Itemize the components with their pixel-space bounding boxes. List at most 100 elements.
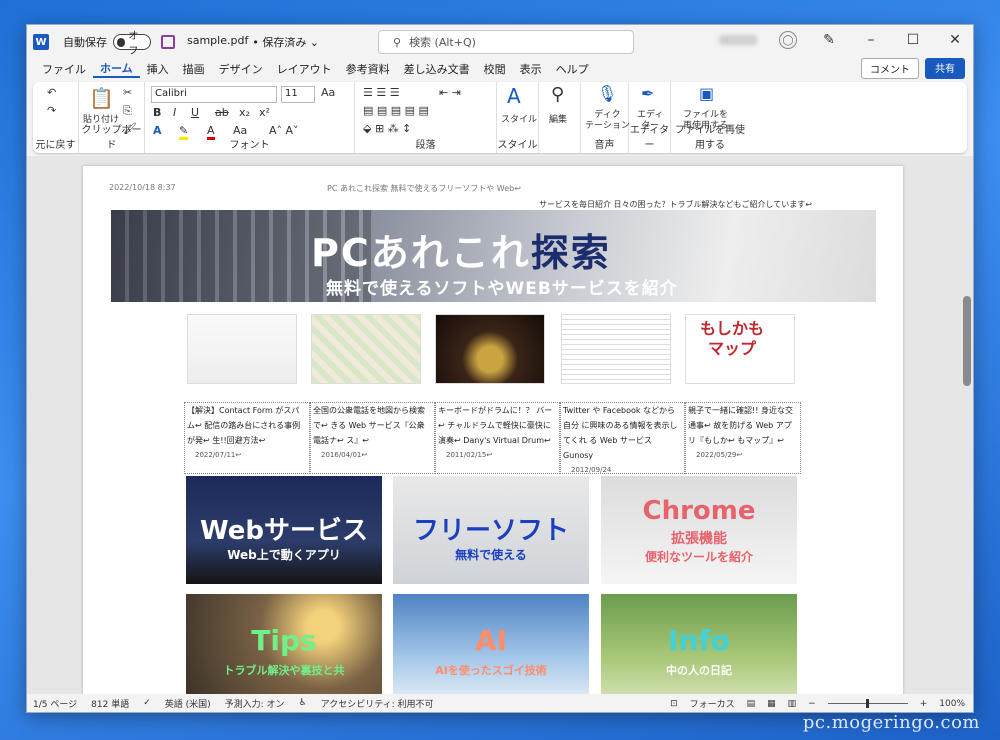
zoom-in-icon[interactable]: + xyxy=(920,699,928,709)
subscript-button[interactable]: x₂ xyxy=(239,106,250,119)
voice-group[interactable]: 🎙 ディク テーション 音声 xyxy=(581,82,630,153)
article-cell[interactable]: Twitter や Facebook などから自分 に興味のある情報を表示してく… xyxy=(560,402,685,474)
save-icon[interactable] xyxy=(161,35,175,49)
styles-icon: A xyxy=(507,84,521,108)
search-icon: ⚲ xyxy=(393,35,402,49)
indent-icon[interactable]: ⇤ ⇥ xyxy=(439,86,461,99)
tile-info[interactable]: Info 中の人の日記 xyxy=(601,594,797,702)
tab-8[interactable]: 校閲 xyxy=(477,61,513,77)
article-date: 2022/05/29↩ xyxy=(696,451,743,459)
read-mode-icon[interactable]: ▤ xyxy=(747,699,756,709)
tile-chrome[interactable]: Chrome 拡張機能 便利なツールを紹介 xyxy=(601,476,797,584)
styles-group[interactable]: A スタイル スタイル xyxy=(497,82,539,153)
header-date: 2022/10/18 8:37 xyxy=(109,183,176,192)
zoom-out-icon[interactable]: − xyxy=(808,699,816,709)
styles-button-label: スタイル xyxy=(501,115,538,125)
font-size-select[interactable]: 11 xyxy=(281,86,315,103)
font-name-select[interactable]: Calibri xyxy=(151,86,277,103)
tile-sub: Web上で動くアプリ xyxy=(227,548,341,562)
cut-icon[interactable]: ✂ xyxy=(123,86,132,99)
pen-icon[interactable]: ✎ xyxy=(819,32,839,48)
redo-icon[interactable]: ↷ xyxy=(47,104,56,117)
bullets-icon[interactable]: ☰ ☰ ☰ xyxy=(363,86,400,99)
tab-1[interactable]: ホーム xyxy=(93,60,140,78)
group-label-styles: スタイル xyxy=(497,140,538,151)
minimize-button[interactable]: – xyxy=(861,32,881,48)
focus-button[interactable]: フォーカス xyxy=(690,697,735,710)
autosave-toggle[interactable]: オフ xyxy=(113,31,151,57)
tab-9[interactable]: 表示 xyxy=(513,61,549,77)
copy-icon[interactable]: ⎘ xyxy=(123,104,132,118)
tile-webservice[interactable]: Webサービス Web上で動くアプリ xyxy=(186,476,382,584)
autosave[interactable]: 自動保存 オフ xyxy=(63,31,151,57)
microphone-icon: 🎙 xyxy=(597,84,618,103)
bold-button[interactable]: B xyxy=(153,106,161,119)
dictation-button-label: ディク テーション xyxy=(585,110,630,131)
accessibility-status[interactable]: アクセシビリティ: 利用不可 xyxy=(321,697,434,710)
tile-title: Info xyxy=(668,624,730,657)
change-case-icon[interactable]: Aa xyxy=(321,86,335,99)
article-cell[interactable]: キーボードがドラムに！？ バー↩ チャルドラムで軽快に豪快に演奏↩ Dany's… xyxy=(435,402,560,474)
tile-freesoft[interactable]: フリーソフト 無料で使える xyxy=(393,476,589,584)
language[interactable]: 英語 (米国) xyxy=(165,697,211,710)
proofing-icon[interactable]: ✓ xyxy=(143,698,151,708)
article-date: 2016/04/01↩ xyxy=(321,451,368,459)
shading-icon[interactable]: ⬙ ⊞ ⁂ ↕ xyxy=(363,122,411,135)
watermark: pc.mogeringo.com xyxy=(802,712,980,733)
strikethrough-button[interactable]: ab xyxy=(215,106,229,119)
site-banner: PCあれこれ探索 無料で使えるソフトやWEBサービスを紹介 xyxy=(111,210,876,302)
tab-10[interactable]: ヘルプ xyxy=(549,61,596,77)
tab-3[interactable]: 描画 xyxy=(176,61,212,77)
tab-5[interactable]: レイアウト xyxy=(270,61,339,77)
document-area[interactable]: 2022/10/18 8:37 PC あれこれ探索 無料で使えるフリーソフトや … xyxy=(27,156,973,706)
tab-6[interactable]: 参考資料 xyxy=(339,61,397,77)
reuse-file-icon: ▣ xyxy=(699,84,715,103)
text-prediction[interactable]: 予測入力: オン xyxy=(225,697,285,710)
tile-ai[interactable]: AI AIを使ったスゴイ技術 xyxy=(393,594,589,702)
banner-title: PCあれこれ探索 xyxy=(311,231,611,275)
tile-sub: トラブル解決や裏技と共 xyxy=(223,664,345,677)
tab-4[interactable]: デザイン xyxy=(212,61,270,77)
ribbon-tabs: ファイル ホーム 挿入 描画 デザイン レイアウト 参考資料 差し込み文書 校閲 表示 ヘルプ コメン… xyxy=(27,58,973,79)
superscript-button[interactable]: x² xyxy=(259,106,270,119)
maximize-button[interactable]: ☐ xyxy=(903,32,923,48)
undo-icon[interactable]: ↶ xyxy=(47,86,56,99)
article-cell[interactable]: 【解決】Contact Form がスパム↩ 配信の踏み台にされる事例が発↩ 生… xyxy=(184,402,310,474)
zoom-level[interactable]: 100% xyxy=(939,699,965,709)
tab-2[interactable]: 挿入 xyxy=(140,61,176,77)
word-count[interactable]: 812 単語 xyxy=(91,697,129,710)
thumb-drum xyxy=(435,314,545,384)
file-name[interactable]: sample.pdf • 保存済み ⌄ xyxy=(187,34,319,50)
ribbon: ↶ ↷ 元に戻す 📋 貼り付け ✂ ⎘ 🖌 クリップボード Calibri 11… xyxy=(33,82,967,153)
align-icons[interactable]: ▤ ▤ ▤ ▤ ▤ xyxy=(363,104,429,117)
zoom-slider[interactable] xyxy=(827,699,908,708)
article-cell[interactable]: 全国の公衆電話を地図から検索で↩ きる Web サービス『公衆電話ナ↩ ス』↩ 2… xyxy=(310,402,435,474)
tile-title: AI xyxy=(474,624,508,657)
search-box[interactable]: ⚲ 検索 (Alt+Q) xyxy=(378,30,634,54)
share-button[interactable]: 共有 xyxy=(925,58,965,79)
page-count[interactable]: 1/5 ページ xyxy=(33,697,77,710)
edit-group[interactable]: ⚲ 編集 xyxy=(539,82,581,153)
close-button[interactable]: ✕ xyxy=(945,32,965,48)
document-page[interactable]: 2022/10/18 8:37 PC あれこれ探索 無料で使えるフリーソフトや … xyxy=(83,166,903,706)
thumb-map xyxy=(311,314,421,384)
reuse-group[interactable]: ▣ ファイルを 再使用する ファイルを再使用する xyxy=(671,82,749,153)
italic-button[interactable]: I xyxy=(173,106,176,119)
print-layout-icon[interactable]: ▦ xyxy=(767,699,776,709)
underline-button[interactable]: U xyxy=(191,106,199,119)
article-cell[interactable]: 親子で一緒に確認!! 身近な交通事↩ 故を防げる Web アプリ『もしか↩ もマ… xyxy=(685,402,801,474)
paste-icon[interactable]: 📋 xyxy=(89,86,114,110)
avatar[interactable]: ◯ xyxy=(779,31,797,49)
tile-title: Chrome xyxy=(642,496,756,526)
tab-7[interactable]: 差し込み文書 xyxy=(397,61,477,77)
group-label-undo: 元に戻す xyxy=(35,140,76,151)
group-label-editor: エディター xyxy=(629,125,670,151)
tile-tips[interactable]: Tips トラブル解決や裏技と共 xyxy=(186,594,382,702)
comment-button[interactable]: コメント xyxy=(861,58,919,79)
edit-button-label: 編集 xyxy=(549,115,568,125)
vertical-scrollbar[interactable] xyxy=(963,296,971,386)
web-layout-icon[interactable]: ▥ xyxy=(788,699,797,709)
tab-0[interactable]: ファイル xyxy=(35,61,93,77)
tile-sub: 中の人の日記 xyxy=(666,664,732,677)
editor-group[interactable]: ✒ エディ ター エディター xyxy=(629,82,671,153)
